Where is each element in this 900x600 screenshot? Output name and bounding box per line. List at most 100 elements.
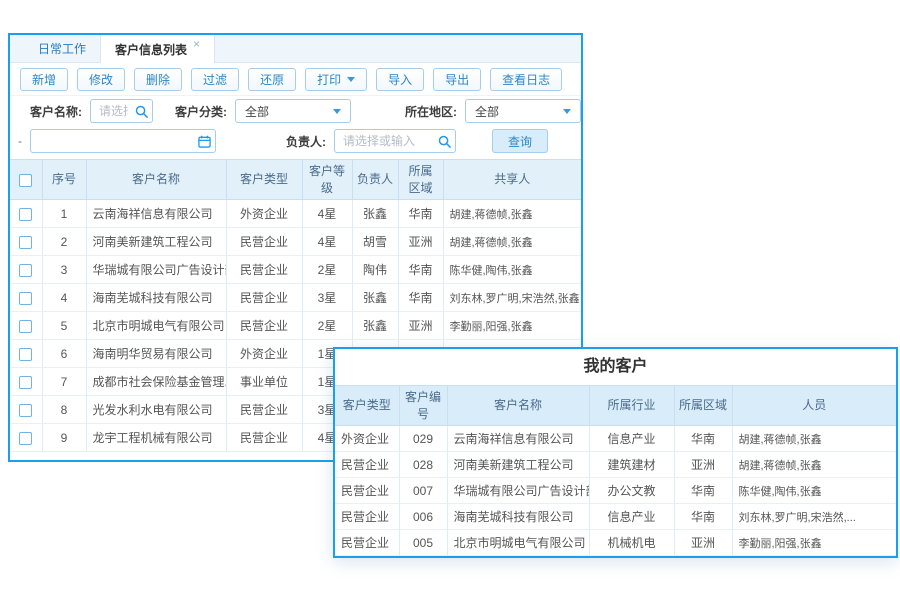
customer-name-link[interactable]: 华瑞城有限公司广告设计部 <box>447 478 589 504</box>
region: 亚洲 <box>674 530 732 556</box>
customer-name-field[interactable] <box>91 104 130 118</box>
customer-type: 民营企业 <box>335 530 399 556</box>
customer-name-link[interactable]: 北京市明城电气有限公司 <box>447 530 589 556</box>
row-checkbox[interactable] <box>19 320 32 333</box>
my-customers-title: 我的客户 <box>335 349 896 385</box>
row-checkbox[interactable] <box>19 404 32 417</box>
customer-type: 民营企业 <box>226 228 302 256</box>
customer-name-input[interactable] <box>90 99 153 123</box>
table-header-row: 客户类型 客户编号 客户名称 所属行业 所属区域 人员 <box>335 386 896 426</box>
table-row[interactable]: 民营企业 007 华瑞城有限公司广告设计部 办公文教 华南 陈华健,陶伟,张鑫 <box>335 478 896 504</box>
customer-name-link[interactable]: 河南美新建筑工程公司 <box>447 452 589 478</box>
customer-name-link[interactable]: 云南海祥信息有限公司 <box>86 200 226 228</box>
customer-name-link[interactable]: 云南海祥信息有限公司 <box>447 426 589 452</box>
table-row[interactable]: 4 海南芜城科技有限公司 民营企业 3星 张鑫 华南 刘东林,罗广明,宋浩然,张… <box>10 284 581 312</box>
delete-button[interactable]: 删除 <box>134 68 182 91</box>
customer-type: 民营企业 <box>226 424 302 452</box>
table-header-row: 序号 客户名称 客户类型 客户等级 负责人 所属区域 共享人 <box>10 160 581 200</box>
region: 华南 <box>398 200 443 228</box>
query-button[interactable]: 查询 <box>492 129 548 153</box>
customer-name-link[interactable]: 成都市社会保险基金管理... <box>86 368 226 396</box>
calendar-icon[interactable] <box>193 135 215 148</box>
row-checkbox[interactable] <box>19 264 32 277</box>
customer-name-link[interactable]: 光发水利水电有限公司 <box>86 396 226 424</box>
table-row[interactable]: 1 云南海祥信息有限公司 外资企业 4星 张鑫 华南 胡建,蒋德帧,张鑫 <box>10 200 581 228</box>
customer-code-link[interactable]: 005 <box>399 530 447 556</box>
filter-row-1: 客户名称: 客户分类: 全部 所在地区: 全部 <box>10 96 581 126</box>
customer-code-link[interactable]: 029 <box>399 426 447 452</box>
col-members: 人员 <box>732 386 896 426</box>
owner-link[interactable]: 张鑫 <box>352 312 398 340</box>
owner-link[interactable]: 张鑫 <box>352 200 398 228</box>
customer-name-link[interactable]: 华瑞城有限公司广告设计部 <box>86 256 226 284</box>
row-no: 8 <box>42 396 86 424</box>
owner-link[interactable]: 张鑫 <box>352 284 398 312</box>
customer-type: 民营企业 <box>226 312 302 340</box>
customer-code-link[interactable]: 028 <box>399 452 447 478</box>
region-select[interactable]: 全部 <box>465 99 581 123</box>
export-button[interactable]: 导出 <box>433 68 481 91</box>
row-checkbox[interactable] <box>19 236 32 249</box>
customer-level: 4星 <box>302 200 352 228</box>
tab-customer-list[interactable]: 客户信息列表 × <box>100 35 215 63</box>
customer-name-link[interactable]: 北京市明城电气有限公司 <box>86 312 226 340</box>
owner-field[interactable] <box>335 134 433 148</box>
customer-category-select[interactable]: 全部 <box>235 99 351 123</box>
table-row[interactable]: 2 河南美新建筑工程公司 民营企业 4星 胡雪 亚洲 胡建,蒋德帧,张鑫 <box>10 228 581 256</box>
customer-type: 事业单位 <box>226 368 302 396</box>
customer-name-link[interactable]: 河南美新建筑工程公司 <box>86 228 226 256</box>
row-checkbox[interactable] <box>19 292 32 305</box>
owner-input[interactable] <box>334 129 456 153</box>
restore-button[interactable]: 还原 <box>248 68 296 91</box>
customer-name-link[interactable]: 海南明华贸易有限公司 <box>86 340 226 368</box>
customer-name-link[interactable]: 海南芜城科技有限公司 <box>86 284 226 312</box>
owner-label: 负责人: <box>286 133 326 150</box>
col-code: 客户编号 <box>399 386 447 426</box>
row-checkbox[interactable] <box>19 432 32 445</box>
table-row[interactable]: 民营企业 028 河南美新建筑工程公司 建筑建材 亚洲 胡建,蒋德帧,张鑫 <box>335 452 896 478</box>
filter-row-2: - 负责人: 查询 <box>10 126 581 156</box>
shared-members: 李勤丽,阳强,张鑫 <box>443 312 581 340</box>
owner-link[interactable]: 胡雪 <box>352 228 398 256</box>
owner-link[interactable]: 陶伟 <box>352 256 398 284</box>
row-checkbox[interactable] <box>19 376 32 389</box>
table-row[interactable]: 3 华瑞城有限公司广告设计部 民营企业 2星 陶伟 华南 陈华健,陶伟,张鑫 <box>10 256 581 284</box>
table-row[interactable]: 5 北京市明城电气有限公司 民营企业 2星 张鑫 亚洲 李勤丽,阳强,张鑫 <box>10 312 581 340</box>
customer-code-link[interactable]: 006 <box>399 504 447 530</box>
customer-level: 3星 <box>302 284 352 312</box>
region-value: 全部 <box>475 103 499 120</box>
date-field[interactable] <box>31 134 193 148</box>
col-name: 客户名称 <box>447 386 589 426</box>
col-shared: 共享人 <box>443 160 581 200</box>
search-icon[interactable] <box>130 105 152 118</box>
row-no: 3 <box>42 256 86 284</box>
customer-level: 2星 <box>302 256 352 284</box>
select-all-checkbox[interactable] <box>19 174 32 187</box>
import-button[interactable]: 导入 <box>376 68 424 91</box>
table-row[interactable]: 外资企业 029 云南海祥信息有限公司 信息产业 华南 胡建,蒋德帧,张鑫 <box>335 426 896 452</box>
row-checkbox[interactable] <box>19 348 32 361</box>
customer-code-link[interactable]: 007 <box>399 478 447 504</box>
tab-daily-work[interactable]: 日常工作 <box>24 35 100 62</box>
date-input[interactable] <box>30 129 216 153</box>
customer-name-link[interactable]: 龙宇工程机械有限公司 <box>86 424 226 452</box>
print-button[interactable]: 打印 <box>305 68 367 91</box>
members: 李勤丽,阳强,张鑫 <box>732 530 896 556</box>
close-icon[interactable]: × <box>193 38 200 50</box>
edit-button[interactable]: 修改 <box>77 68 125 91</box>
filter-button[interactable]: 过滤 <box>191 68 239 91</box>
customer-category-label: 客户分类: <box>175 103 227 120</box>
view-log-button[interactable]: 查看日志 <box>490 68 562 91</box>
add-button[interactable]: 新增 <box>20 68 68 91</box>
table-row[interactable]: 民营企业 005 北京市明城电气有限公司 机械机电 亚洲 李勤丽,阳强,张鑫 <box>335 530 896 556</box>
customer-name-link[interactable]: 海南芜城科技有限公司 <box>447 504 589 530</box>
row-checkbox[interactable] <box>19 208 32 221</box>
customer-type: 民营企业 <box>226 256 302 284</box>
region: 华南 <box>674 478 732 504</box>
customer-level: 4星 <box>302 228 352 256</box>
shared-members: 刘东林,罗广明,宋浩然,张鑫 <box>443 284 581 312</box>
date-range-dash: - <box>18 134 22 148</box>
search-icon[interactable] <box>433 135 455 148</box>
table-row[interactable]: 民营企业 006 海南芜城科技有限公司 信息产业 华南 刘东林,罗广明,宋浩然,… <box>335 504 896 530</box>
region: 亚洲 <box>398 312 443 340</box>
